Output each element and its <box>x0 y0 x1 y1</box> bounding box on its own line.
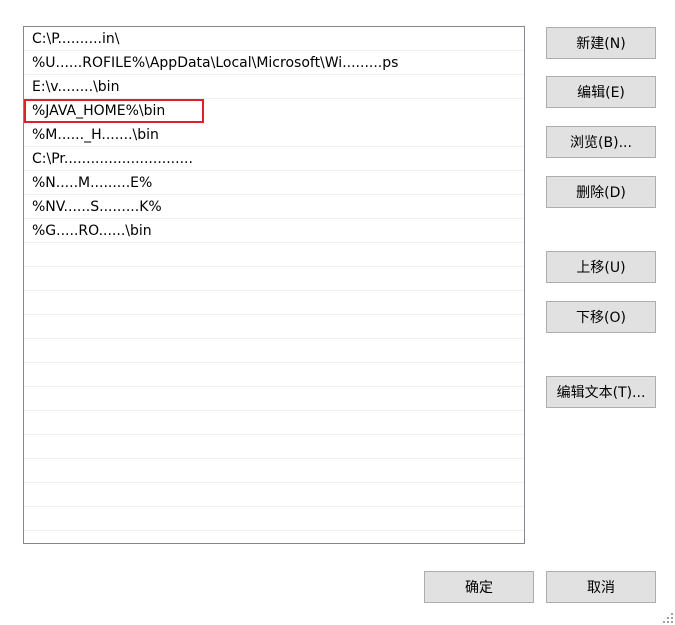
path-entry-1[interactable]: C:\P..........in\ <box>24 27 524 51</box>
path-entry-7[interactable]: %N.....M.........E% <box>24 171 524 195</box>
path-entry-empty[interactable] <box>24 435 524 459</box>
path-entry-8[interactable]: %NV......S.........K% <box>24 195 524 219</box>
path-entry-empty[interactable] <box>24 267 524 291</box>
path-entry-empty[interactable] <box>24 339 524 363</box>
resize-grip-icon[interactable] <box>663 613 673 623</box>
move-up-button[interactable]: 上移(U) <box>546 251 656 283</box>
path-entry-empty[interactable] <box>24 315 524 339</box>
path-entry-empty[interactable] <box>24 291 524 315</box>
delete-button[interactable]: 删除(D) <box>546 176 656 208</box>
path-entry-2[interactable]: %U......ROFILE%\AppData\Local\Microsoft\… <box>24 51 524 75</box>
new-button[interactable]: 新建(N) <box>546 27 656 59</box>
move-down-button[interactable]: 下移(O) <box>546 301 656 333</box>
edit-text-button[interactable]: 编辑文本(T)... <box>546 376 656 408</box>
path-entry-empty[interactable] <box>24 507 524 531</box>
path-entry-empty[interactable] <box>24 387 524 411</box>
edit-button[interactable]: 编辑(E) <box>546 76 656 108</box>
path-list[interactable]: C:\P..........in\ %U......ROFILE%\AppDat… <box>23 26 525 544</box>
path-entry-9[interactable]: %G.....RO......\bin <box>24 219 524 243</box>
path-entry-3[interactable]: E:\v........\bin <box>24 75 524 99</box>
path-entry-empty[interactable] <box>24 363 524 387</box>
ok-button[interactable]: 确定 <box>424 571 534 603</box>
path-entry-4-java-home[interactable]: %JAVA_HOME%\bin <box>24 99 204 123</box>
path-entry-empty[interactable] <box>24 411 524 435</box>
path-entry-empty[interactable] <box>24 459 524 483</box>
path-entry-6[interactable]: C:\Pr............................. <box>24 147 524 171</box>
path-entry-empty[interactable] <box>24 243 524 267</box>
path-entry-5[interactable]: %M......_H.......\bin <box>24 123 524 147</box>
browse-button[interactable]: 浏览(B)... <box>546 126 656 158</box>
path-entry-empty[interactable] <box>24 483 524 507</box>
cancel-button[interactable]: 取消 <box>546 571 656 603</box>
